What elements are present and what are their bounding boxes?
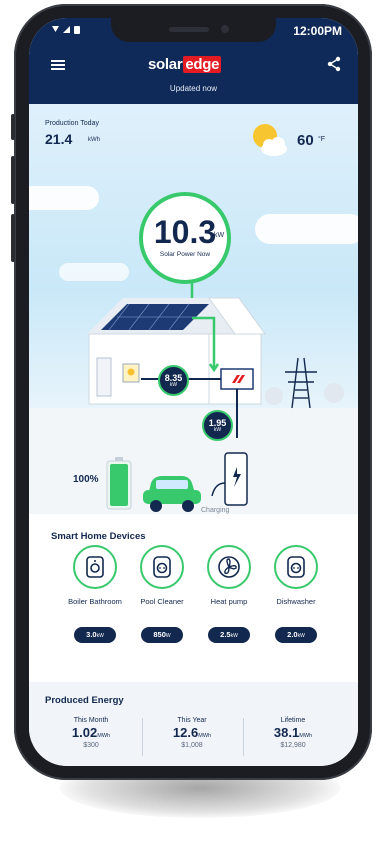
divider: [243, 718, 244, 756]
menu-icon[interactable]: [51, 60, 65, 70]
charging-status: Charging: [201, 507, 230, 514]
energy-this-month: This Month 1.02MWh $300: [71, 717, 111, 749]
status-icons: [51, 24, 95, 38]
device-power-pill: 2.5kW: [208, 627, 250, 643]
home-consumption-badge: 8.35 kW: [158, 365, 189, 396]
device-power-pill: 850W: [141, 627, 183, 643]
production-label: Production Today: [45, 120, 99, 127]
device-heat-pump[interactable]: Heat pump 2.5kW: [200, 545, 258, 643]
cloud: [29, 186, 99, 210]
temperature-value: 60: [297, 132, 314, 149]
partly-sunny-icon: [253, 124, 287, 156]
status-time: 12:00PM: [293, 24, 342, 38]
energy-lifetime: Lifetime 38.1MWh $12,980: [273, 717, 313, 749]
app-screen: 12:00PM solar edge Updated now Production…: [29, 18, 358, 766]
smart-home-title: Smart Home Devices: [51, 531, 146, 542]
temperature-unit: °F: [318, 136, 326, 143]
notch: [111, 18, 276, 42]
cloud: [255, 214, 358, 244]
solar-power-unit: kW: [214, 232, 225, 239]
smart-plug-icon: [274, 545, 318, 589]
charger-flow-badge: 1.95 kW: [202, 410, 233, 441]
device-boiler-bathroom[interactable]: Boiler Bathroom 3.0kW: [66, 545, 124, 643]
energy-this-year: This Year 12.6MWh $1,008: [172, 717, 212, 749]
production-value: 21.4: [45, 131, 73, 147]
smart-plug-icon: [140, 545, 184, 589]
mute-switch: [11, 114, 15, 140]
fan-icon: [207, 545, 251, 589]
divider: [142, 718, 143, 756]
updated-label: Updated now: [169, 84, 218, 93]
solar-power-label: Solar Power Now: [159, 251, 211, 258]
share-icon[interactable]: [326, 56, 342, 77]
device-pool-cleaner[interactable]: Pool Cleaner 850W: [133, 545, 191, 643]
volume-down-button: [11, 214, 15, 262]
boiler-icon: [73, 545, 117, 589]
solar-power-now-gauge[interactable]: 10.3 kW Solar Power Now: [139, 192, 231, 284]
device-power-pill: 2.0kW: [275, 627, 317, 643]
produced-energy-title: Produced Energy: [45, 695, 124, 706]
volume-up-button: [11, 156, 15, 204]
device-power-pill: 3.0kW: [74, 627, 116, 643]
production-unit: kWh: [88, 137, 100, 143]
battery-percent: 100%: [73, 474, 99, 485]
device-dishwasher[interactable]: Dishwasher 2.0kW: [267, 545, 325, 643]
brand-logo: solar edge: [148, 56, 222, 73]
